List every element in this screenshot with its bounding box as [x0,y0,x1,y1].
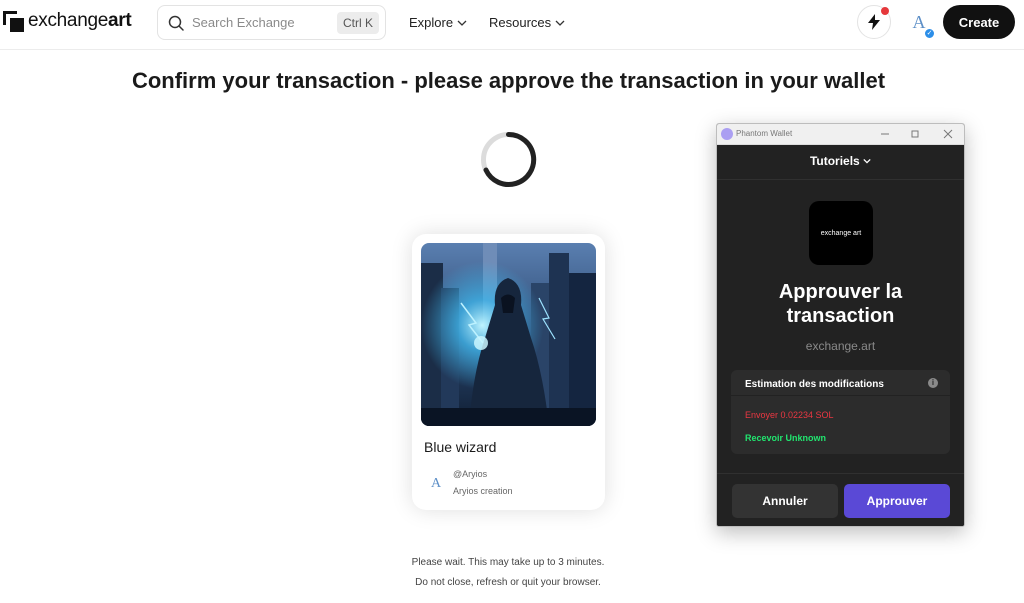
phantom-wallet-window: Phantom Wallet Tutoriels exchange art Ap… [716,123,965,527]
search-icon [168,15,184,31]
exchange-art-logo[interactable]: exchangeart [3,10,132,32]
nav-explore[interactable]: Explore [409,15,467,30]
user-avatar[interactable]: A ✓ [905,8,935,39]
phantom-app-icon [721,128,733,140]
maximize-icon[interactable] [908,127,922,141]
creator-avatar: A [430,476,442,491]
estimated-changes-title: Estimation des modifications [745,379,884,390]
minimize-icon[interactable] [878,127,892,141]
create-button[interactable]: Create [943,5,1015,39]
verified-badge-icon: ✓ [924,28,935,39]
chevron-down-icon [863,158,871,164]
nft-title: Blue wizard [424,439,497,455]
loading-spinner-icon [481,131,537,187]
cancel-button[interactable]: Annuler [732,484,838,518]
wait-message: Please wait. This may take up to 3 minut… [411,557,605,568]
logo-mark-icon [3,10,24,32]
lightning-icon [868,14,880,30]
creator-subtitle: Aryios creation [453,486,513,496]
search-box[interactable]: Ctrl K [157,5,386,40]
request-origin: exchange.art [805,339,876,353]
activity-button[interactable] [857,5,891,39]
search-input[interactable] [192,15,332,30]
info-icon[interactable]: i [928,378,938,388]
site-logo-text: exchange art [820,229,862,237]
approve-heading-line-2: transaction [786,305,895,327]
estimated-changes-panel: Estimation des modifications i Envoyer 0… [731,370,950,454]
approve-button[interactable]: Approuver [844,484,950,518]
nft-image [421,243,596,426]
approve-heading-line-1: Approuver la [778,281,903,303]
window-titlebar[interactable]: Phantom Wallet [717,124,964,145]
chevron-down-icon [457,20,467,26]
window-title: Phantom Wallet [736,129,793,138]
logo-text-prefix: exchange [28,10,109,31]
nav-resources-label: Resources [489,15,552,30]
search-shortcut-badge: Ctrl K [337,12,379,34]
nav-explore-label: Explore [409,15,454,30]
wallet-topbar: Tutoriels [717,145,964,180]
tutorials-menu-label: Tutoriels [809,154,860,168]
close-icon[interactable] [941,127,955,141]
page-title: Confirm your transaction - please approv… [131,68,886,93]
wallet-footer: Annuler Approuver [717,473,964,526]
site-logo: exchange art [809,201,873,265]
notification-dot [881,7,889,15]
user-avatar-letter: A [912,11,926,32]
nft-card: Blue wizard A @Aryios Aryios creation [412,234,605,510]
logo-text-suffix: art [108,10,132,31]
chevron-down-icon [555,20,565,26]
tutorials-menu[interactable]: Tutoriels [717,154,964,168]
top-header: exchangeart Ctrl K Explore Resources A ✓… [0,0,1024,50]
receive-item: Recevoir Unknown [745,433,827,443]
send-amount: Envoyer 0.02234 SOL [745,410,834,420]
creator-handle[interactable]: @Aryios [453,469,487,479]
do-not-close-message: Do not close, refresh or quit your brows… [415,577,601,588]
nav-resources[interactable]: Resources [489,15,565,30]
